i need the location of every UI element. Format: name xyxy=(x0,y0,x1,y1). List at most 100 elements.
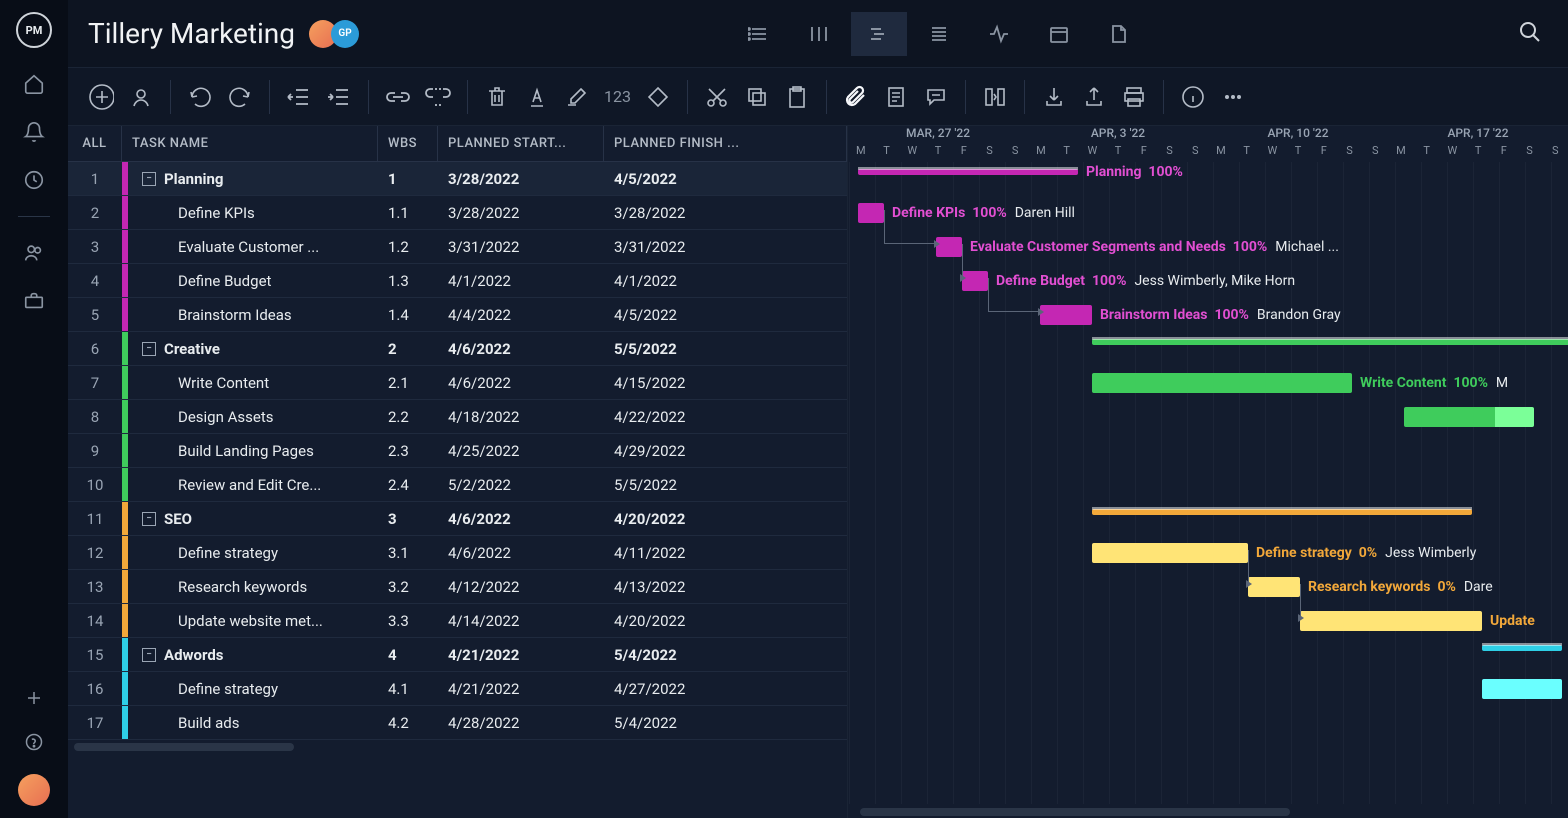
user-avatar[interactable] xyxy=(18,774,50,806)
task-row[interactable]: 2Define KPIs1.13/28/20223/28/2022 xyxy=(68,196,847,230)
task-row[interactable]: 15−Adwords44/21/20225/4/2022 xyxy=(68,638,847,672)
attachment-icon[interactable] xyxy=(843,84,869,110)
help-icon[interactable] xyxy=(22,730,46,754)
task-row[interactable]: 17Build ads4.24/28/20225/4/2022 xyxy=(68,706,847,740)
day-label: S xyxy=(1002,144,1028,162)
view-calendar-icon[interactable] xyxy=(1031,12,1087,56)
month-label: APR, 17 '22 xyxy=(1388,126,1568,144)
col-planned-finish[interactable]: PLANNED FINISH ... xyxy=(604,126,847,161)
day-label: S xyxy=(1337,144,1363,162)
task-row[interactable]: 16Define strategy4.14/21/20224/27/2022 xyxy=(68,672,847,706)
dependency-link xyxy=(1300,584,1301,618)
clock-icon[interactable] xyxy=(22,168,46,192)
info-icon[interactable] xyxy=(1180,84,1206,110)
import-icon[interactable] xyxy=(1041,84,1067,110)
notes-icon[interactable] xyxy=(883,84,909,110)
link-icon[interactable] xyxy=(385,84,411,110)
diamond-icon[interactable] xyxy=(645,84,671,110)
task-row[interactable]: 10Review and Edit Cre...2.45/2/20225/5/2… xyxy=(68,468,847,502)
day-label: S xyxy=(1157,144,1183,162)
view-sheet-icon[interactable] xyxy=(911,12,967,56)
gantt-bar[interactable]: Define KPIs 100%Daren Hill xyxy=(858,203,884,223)
day-label: S xyxy=(977,144,1003,162)
dependency-link xyxy=(988,278,1040,312)
unlink-icon[interactable] xyxy=(425,84,451,110)
day-label: F xyxy=(951,144,977,162)
redo-icon[interactable] xyxy=(227,84,253,110)
columns-icon[interactable] xyxy=(982,84,1008,110)
month-label: APR, 3 '22 xyxy=(1028,126,1208,144)
search-icon[interactable] xyxy=(1518,20,1542,48)
day-label: T xyxy=(1414,144,1440,162)
user-icon[interactable] xyxy=(128,84,154,110)
undo-icon[interactable] xyxy=(187,84,213,110)
month-label: MAR, 27 '22 xyxy=(848,126,1028,144)
task-row[interactable]: 14Update website met...3.34/14/20224/20/… xyxy=(68,604,847,638)
comment-icon[interactable] xyxy=(923,84,949,110)
view-file-icon[interactable] xyxy=(1091,12,1147,56)
briefcase-icon[interactable] xyxy=(22,289,46,313)
gantt-bar[interactable]: Planning 100% xyxy=(858,169,1078,175)
day-label: M xyxy=(1028,144,1054,162)
gantt-bar[interactable]: Brainstorm Ideas 100%Brandon Gray xyxy=(1040,305,1092,325)
task-row[interactable]: 6−Creative24/6/20225/5/2022 xyxy=(68,332,847,366)
plus-icon[interactable] xyxy=(22,686,46,710)
gantt-bar[interactable] xyxy=(1092,339,1568,345)
gantt-bar[interactable]: Research keywords 0%Dare xyxy=(1248,577,1300,597)
pm-logo[interactable]: PM xyxy=(16,12,52,48)
task-row[interactable]: 9Build Landing Pages2.34/25/20224/29/202… xyxy=(68,434,847,468)
day-label: W xyxy=(1260,144,1286,162)
clear-format-icon[interactable] xyxy=(564,84,590,110)
day-label: T xyxy=(874,144,900,162)
dependency-link xyxy=(962,244,963,278)
view-activity-icon[interactable] xyxy=(971,12,1027,56)
gantt-bar-label: Update xyxy=(1482,613,1535,629)
task-row[interactable]: 7Write Content2.14/6/20224/15/2022 xyxy=(68,366,847,400)
team-icon[interactable] xyxy=(22,241,46,265)
view-list-icon[interactable] xyxy=(731,12,787,56)
gantt-bar[interactable] xyxy=(1482,645,1562,651)
export-icon[interactable] xyxy=(1081,84,1107,110)
task-row[interactable]: 4Define Budget1.34/1/20224/1/2022 xyxy=(68,264,847,298)
gantt-bar[interactable]: SEO 0 xyxy=(1092,509,1472,515)
gantt-bar[interactable]: Define strategy 0%Jess Wimberly xyxy=(1092,543,1248,563)
grid-scrollbar[interactable] xyxy=(74,743,294,751)
task-row[interactable]: 3Evaluate Customer ...1.23/31/20223/31/2… xyxy=(68,230,847,264)
gantt-bar[interactable]: Update xyxy=(1300,611,1482,631)
indent-icon[interactable] xyxy=(326,84,352,110)
project-members[interactable]: GP xyxy=(315,20,359,48)
bell-icon[interactable] xyxy=(22,120,46,144)
paste-icon[interactable] xyxy=(784,84,810,110)
text-color-icon[interactable] xyxy=(524,84,550,110)
task-row[interactable]: 5Brainstorm Ideas1.44/4/20224/5/2022 xyxy=(68,298,847,332)
col-planned-start[interactable]: PLANNED START... xyxy=(438,126,604,161)
more-icon[interactable] xyxy=(1220,84,1246,110)
col-wbs[interactable]: WBS xyxy=(378,126,438,161)
gantt-bar-label: Planning 100% xyxy=(1078,164,1183,180)
task-row[interactable]: 11−SEO34/6/20224/20/2022 xyxy=(68,502,847,536)
gantt-bar-label: Evaluate Customer Segments and Needs 100… xyxy=(962,239,1339,255)
gantt-scrollbar[interactable] xyxy=(860,808,1290,816)
day-label: M xyxy=(848,144,874,162)
task-row[interactable]: 8Design Assets2.24/18/20224/22/2022 xyxy=(68,400,847,434)
day-label: F xyxy=(1131,144,1157,162)
delete-icon[interactable] xyxy=(484,84,510,110)
gantt-bar[interactable] xyxy=(1404,407,1534,427)
outdent-icon[interactable] xyxy=(286,84,312,110)
gantt-bar[interactable]: Write Content 100%M xyxy=(1092,373,1352,393)
cut-icon[interactable] xyxy=(704,84,730,110)
view-gantt-icon[interactable] xyxy=(851,12,907,56)
gantt-bar[interactable] xyxy=(1482,679,1562,699)
day-label: W xyxy=(1079,144,1105,162)
copy-icon[interactable] xyxy=(744,84,770,110)
task-row[interactable]: 1−Planning13/28/20224/5/2022 xyxy=(68,162,847,196)
col-all[interactable]: ALL xyxy=(68,126,122,161)
view-board-icon[interactable] xyxy=(791,12,847,56)
col-task-name[interactable]: TASK NAME xyxy=(122,126,378,161)
add-icon[interactable] xyxy=(88,84,114,110)
print-icon[interactable] xyxy=(1121,84,1147,110)
day-label: S xyxy=(1362,144,1388,162)
task-row[interactable]: 13Research keywords3.24/12/20224/13/2022 xyxy=(68,570,847,604)
home-icon[interactable] xyxy=(22,72,46,96)
task-row[interactable]: 12Define strategy3.14/6/20224/11/2022 xyxy=(68,536,847,570)
